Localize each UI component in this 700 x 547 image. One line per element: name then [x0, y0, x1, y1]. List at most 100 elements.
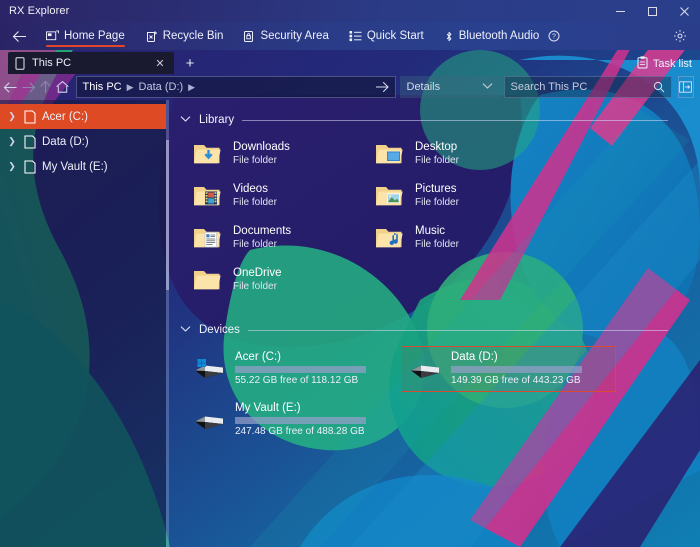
folder-onedrive-icon: [190, 265, 224, 295]
device-name-my-vault-e: My Vault (E:): [235, 401, 301, 414]
folder-name-videos: Videos: [233, 183, 268, 196]
folder-item-videos[interactable]: Videos File folder: [186, 178, 368, 214]
svg-text:?: ?: [552, 34, 556, 41]
chevron-right-icon-2[interactable]: ❯: [6, 136, 18, 147]
device-free-data-d: 149.39 GB free of 443.23 GB: [451, 375, 581, 387]
drive-icon: [24, 109, 36, 124]
panel-toggle-icon[interactable]: [677, 76, 694, 98]
devices-section-title: Devices: [199, 324, 240, 336]
folder-type-pictures: File folder: [415, 197, 459, 209]
breadcrumb-item-data-d[interactable]: Data (D:): [139, 81, 184, 93]
sidebar-label-my-vault-e: My Vault (E:): [42, 160, 108, 173]
sidebar-item-data-d[interactable]: ❯ Data (D:): [0, 129, 166, 154]
chevron-right-icon[interactable]: ❯: [6, 111, 18, 122]
task-list-button[interactable]: Task list: [637, 56, 692, 72]
search-icon[interactable]: [653, 81, 665, 93]
new-tab-button[interactable]: +: [180, 53, 200, 73]
forward-button[interactable]: [19, 75, 36, 99]
tab-close-icon[interactable]: ✕: [153, 56, 167, 70]
device-item-data-d[interactable]: Data (D:) 149.39 GB free of 443.23 GB: [401, 346, 616, 392]
library-section-header[interactable]: Library: [180, 114, 700, 126]
search-box[interactable]: [503, 76, 672, 98]
home-page-icon: [46, 30, 59, 42]
breadcrumb-item-this-pc[interactable]: This PC: [83, 81, 122, 93]
folder-name-onedrive: OneDrive: [233, 267, 282, 280]
back-button[interactable]: [2, 75, 19, 99]
main-body: ❯ Acer (C:) ❯ Data (D:) ❯ My Vault (E:): [0, 100, 700, 547]
ribbon-back-button[interactable]: [8, 25, 30, 47]
close-button[interactable]: [668, 0, 700, 22]
home-icon[interactable]: [54, 75, 71, 99]
sidebar-item-acer-c[interactable]: ❯ Acer (C:): [0, 104, 166, 129]
quick-start-icon: [349, 30, 362, 42]
folder-type-desktop: File folder: [415, 155, 459, 167]
drive-icon-2: [24, 134, 36, 149]
folder-item-documents[interactable]: Documents File folder: [186, 220, 368, 256]
content-pane: Library Downloads File folder Desktop Fi…: [166, 100, 700, 547]
ribbon-item-quick-start[interactable]: Quick Start: [339, 22, 434, 50]
folder-item-music[interactable]: Music File folder: [368, 220, 550, 256]
ribbon-item-bluetooth-audio[interactable]: Bluetooth Audio ?: [434, 22, 571, 50]
ribbon-item-security-area[interactable]: Security Area: [233, 22, 338, 50]
folder-text-downloads: Downloads File folder: [233, 141, 290, 167]
security-area-icon: [243, 30, 255, 43]
folder-item-downloads[interactable]: Downloads File folder: [186, 136, 368, 172]
title-bar: RX Explorer: [0, 0, 700, 22]
gear-icon[interactable]: [668, 24, 692, 48]
folder-item-pictures[interactable]: Pictures File folder: [368, 178, 550, 214]
device-item-acer-c[interactable]: Acer (C:) 55.22 GB free of 118.12 GB: [186, 346, 401, 392]
device-info-my-vault-e: My Vault (E:) 247.48 GB free of 488.28 G…: [235, 402, 366, 438]
chevron-down-icon: [482, 81, 493, 93]
window-title: RX Explorer: [9, 5, 70, 17]
folder-desktop-icon: [372, 139, 406, 169]
recycle-bin-icon: [145, 30, 158, 43]
sidebar-item-my-vault-e[interactable]: ❯ My Vault (E:): [0, 154, 166, 179]
ribbon-label-quick-start: Quick Start: [366, 30, 424, 42]
up-button[interactable]: [37, 75, 54, 99]
device-name-data-d: Data (D:): [451, 351, 498, 363]
chevron-right-icon-3[interactable]: ❯: [6, 161, 18, 172]
search-input[interactable]: [510, 81, 653, 93]
view-mode-dropdown[interactable]: Details: [399, 76, 500, 98]
capacity-bar-data-d: [451, 366, 582, 374]
minimize-button[interactable]: [604, 0, 636, 22]
sidebar-label-acer-c: Acer (C:): [42, 110, 88, 123]
vertical-scrollbar[interactable]: [166, 100, 169, 547]
sidebar: ❯ Acer (C:) ❯ Data (D:) ❯ My Vault (E:): [0, 100, 166, 547]
folder-item-desktop[interactable]: Desktop File folder: [368, 136, 550, 172]
folder-downloads-icon: [190, 139, 224, 169]
ribbon-label-home-page: Home Page: [64, 30, 125, 42]
drive-icon-3: [24, 159, 36, 174]
device-item-my-vault-e[interactable]: My Vault (E:) 247.48 GB free of 488.28 G…: [186, 398, 401, 442]
scrollbar-thumb[interactable]: [166, 140, 169, 290]
bluetooth-icon: [444, 30, 454, 43]
ribbon-label-recycle-bin: Recycle Bin: [162, 30, 224, 42]
chevron-down-icon-library[interactable]: [180, 115, 191, 126]
folder-videos-icon: [190, 181, 224, 211]
folder-text-pictures: Pictures File folder: [415, 183, 459, 209]
folder-name-pictures: Pictures: [415, 183, 457, 196]
folder-text-onedrive: OneDrive File folder: [233, 267, 282, 293]
breadcrumb[interactable]: This PC ▶ Data (D:) ▶: [75, 76, 396, 98]
window-controls: [604, 0, 700, 22]
breadcrumb-go-icon[interactable]: [375, 81, 389, 93]
ribbon-item-recycle-bin[interactable]: Recycle Bin: [135, 22, 234, 50]
folder-item-onedrive[interactable]: OneDrive File folder: [186, 262, 368, 298]
help-circle-icon[interactable]: ?: [548, 30, 560, 42]
clipboard-icon: [637, 56, 648, 72]
address-bar-row: This PC ▶ Data (D:) ▶ Details: [0, 74, 700, 100]
ribbon-item-home-page[interactable]: Home Page: [36, 22, 135, 50]
this-pc-icon: [15, 56, 25, 70]
drive-icon-data-d: [407, 354, 443, 384]
folder-type-music: File folder: [415, 239, 459, 251]
maximize-button[interactable]: [636, 0, 668, 22]
folder-name-music: Music: [415, 225, 446, 238]
breadcrumb-separator-icon-2: ▶: [188, 81, 196, 92]
library-grid: Downloads File folder Desktop File folde…: [186, 136, 700, 298]
chevron-down-icon-devices[interactable]: [180, 325, 191, 336]
devices-section-header[interactable]: Devices: [180, 324, 700, 336]
tab-this-pc[interactable]: This PC ✕: [8, 52, 174, 74]
folder-music-icon: [372, 223, 406, 253]
capacity-bar-my-vault-e: [235, 416, 366, 424]
folder-type-downloads: File folder: [233, 155, 277, 167]
